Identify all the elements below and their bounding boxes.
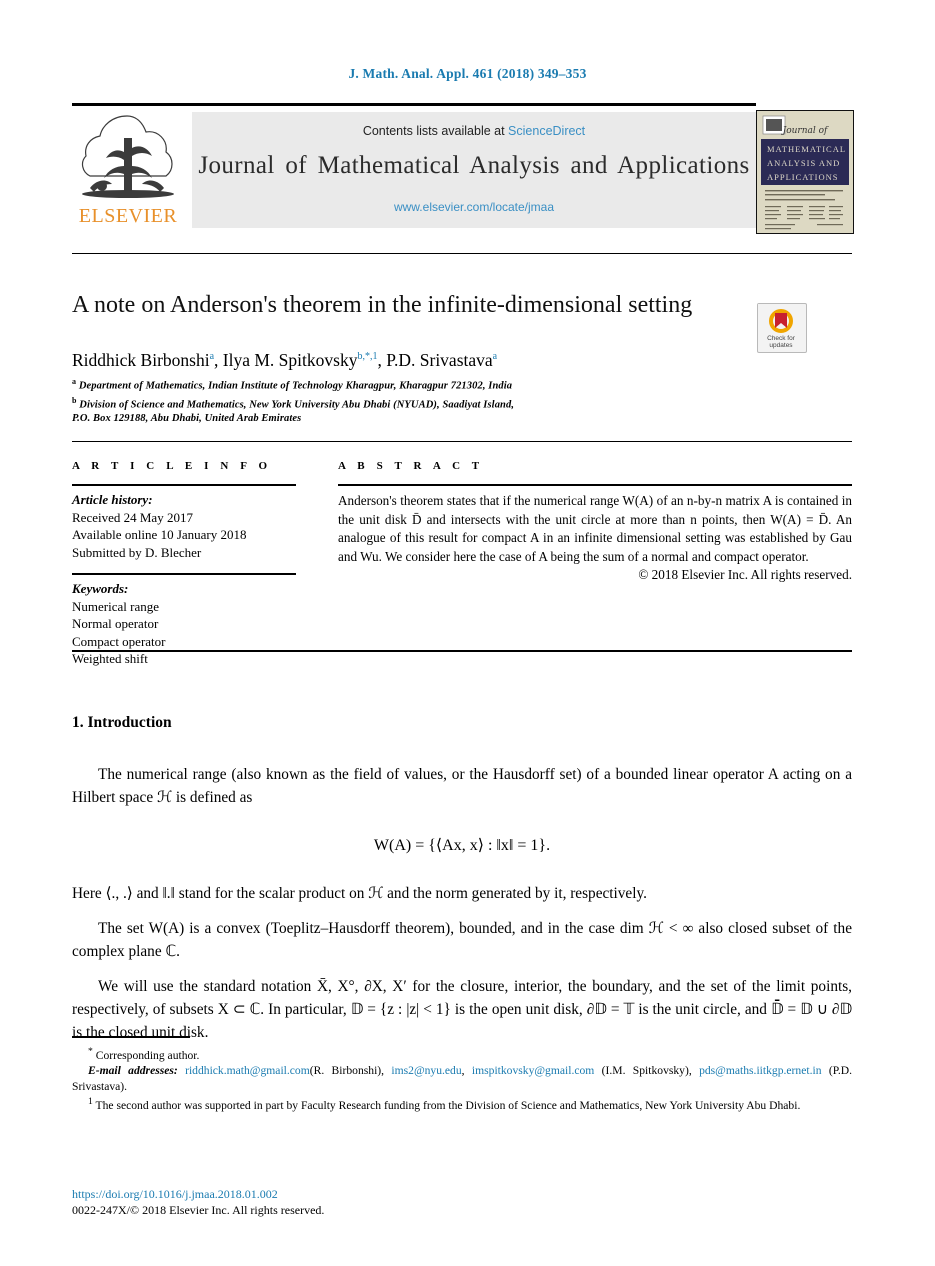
running-head: J. Math. Anal. Appl. 461 (2018) 349–353 bbox=[348, 66, 587, 81]
affiliations: a Department of Mathematics, Indian Inst… bbox=[72, 375, 772, 426]
footnote-corresponding-text: Corresponding author. bbox=[95, 1048, 200, 1062]
elsevier-tree-icon bbox=[81, 115, 174, 198]
affiliation-a-text: Department of Mathematics, Indian Instit… bbox=[78, 380, 513, 392]
sciencedirect-link[interactable]: ScienceDirect bbox=[508, 124, 585, 138]
affiliation-a: a Department of Mathematics, Indian Inst… bbox=[72, 375, 772, 394]
contents-prefix: Contents lists available at bbox=[362, 124, 509, 138]
paragraph-4: We will use the standard notation X̄, X°… bbox=[72, 978, 852, 1041]
contents-available-line: Contents lists available at ScienceDirec… bbox=[192, 124, 756, 138]
email-link-birbonshi[interactable]: riddhick.math@gmail.com bbox=[185, 1064, 310, 1077]
elsevier-logo: ELSEVIER bbox=[72, 108, 184, 230]
paragraph-1: The numerical range (also known as the f… bbox=[72, 766, 852, 806]
doi-block: https://doi.org/10.1016/j.jmaa.2018.01.0… bbox=[72, 1186, 852, 1218]
abstract-column: A B S T R A C T Anderson's theorem state… bbox=[338, 460, 852, 583]
footnotes-block: * Corresponding author. E-mail addresses… bbox=[72, 1044, 852, 1114]
keywords-block: Keywords: Numerical range Normal operato… bbox=[72, 575, 296, 668]
email-owner-spitkovsky: (I.M. Spitkovsky), bbox=[601, 1064, 692, 1078]
authors-text: Riddhick Birbonshia, Ilya M. Spitkovskyb… bbox=[72, 349, 498, 370]
affiliation-b-text-2: P.O. Box 129188, Abu Dhabi, United Arab … bbox=[72, 413, 302, 424]
author-list: Riddhick Birbonshia, Ilya M. Spitkovskyb… bbox=[72, 345, 772, 372]
affiliation-marker-b: b bbox=[72, 395, 77, 405]
paper-page: J. Math. Anal. Appl. 461 (2018) 349–353 bbox=[0, 0, 935, 1266]
elsevier-wordmark: ELSEVIER bbox=[78, 205, 178, 227]
journal-masthead: ELSEVIER Contents lists available at Sci… bbox=[72, 106, 854, 234]
svg-text:Check for: Check for bbox=[767, 335, 796, 342]
keyword-item: Normal operator bbox=[72, 616, 159, 631]
journal-name: Journal of Mathematical Analysis and App… bbox=[198, 152, 750, 179]
keyword-item: Compact operator bbox=[72, 633, 166, 649]
footnote-marker-star: * bbox=[88, 1046, 93, 1057]
footnote-corresponding-author: * Corresponding author. bbox=[72, 1044, 852, 1063]
article-info-heading: A R T I C L E I N F O bbox=[72, 460, 272, 472]
page-title: A note on Anderson's theorem in the infi… bbox=[72, 292, 693, 318]
title-top-rule bbox=[72, 253, 852, 254]
paragraph-2: Here ⟨., .⟩ and ‖.‖ stand for the scalar… bbox=[72, 885, 647, 902]
history-submitted-by: Submitted by D. Blecher bbox=[72, 544, 202, 560]
article-history-block: Article history: Received 24 May 2017 Av… bbox=[72, 486, 296, 561]
doi-link[interactable]: https://doi.org/10.1016/j.jmaa.2018.01.0… bbox=[72, 1186, 852, 1202]
paragraph-3: The set W(A) is a convex (Toeplitz–Hausd… bbox=[72, 920, 852, 960]
history-received: Received 24 May 2017 bbox=[72, 509, 193, 525]
abstract-heading: A B S T R A C T bbox=[338, 460, 484, 472]
abstract-text: Anderson's theorem states that if the nu… bbox=[338, 493, 852, 564]
svg-text:APPLICATIONS: APPLICATIONS bbox=[767, 172, 839, 182]
footnote-funding-note: 1 The second author was supported in par… bbox=[72, 1094, 852, 1113]
article-history-label: Article history: bbox=[72, 492, 153, 507]
info-top-rule bbox=[72, 441, 852, 442]
issn-copyright-line: 0022-247X/© 2018 Elsevier Inc. All right… bbox=[72, 1203, 325, 1217]
keywords-label: Keywords: bbox=[72, 581, 129, 596]
keyword-item: Weighted shift bbox=[72, 651, 148, 666]
footnote-rule bbox=[72, 1036, 190, 1038]
email-link-srivastava[interactable]: pds@maths.iitkgp.ernet.in bbox=[699, 1064, 821, 1077]
display-equation-1: W(A) = {⟨Ax, x⟩ : ‖x‖ = 1}. bbox=[373, 837, 551, 854]
keyword-item: Numerical range bbox=[72, 598, 159, 614]
svg-text:ANALYSIS AND: ANALYSIS AND bbox=[767, 158, 840, 168]
abstract-copyright: © 2018 Elsevier Inc. All rights reserved… bbox=[638, 567, 852, 582]
footnote-emails: E-mail addresses: riddhick.math@gmail.co… bbox=[72, 1063, 852, 1094]
email-owner-sep: , bbox=[461, 1064, 465, 1078]
affiliation-b: b Division of Science and Mathematics, N… bbox=[72, 394, 772, 413]
affiliation-b-text: Division of Science and Mathematics, New… bbox=[79, 399, 515, 410]
history-available-online: Available online 10 January 2018 bbox=[72, 527, 247, 542]
journal-cover-thumbnail: Journal of MATHEMATICAL ANALYSIS AND APP… bbox=[756, 110, 854, 234]
cover-art-icon: Journal of MATHEMATICAL ANALYSIS AND APP… bbox=[757, 111, 853, 233]
footnote-marker-1: 1 bbox=[88, 1096, 93, 1108]
article-info-column: A R T I C L E I N F O Article history: R… bbox=[72, 460, 296, 668]
info-bottom-rule bbox=[72, 650, 852, 652]
email-link-spitkovsky-nyu[interactable]: ims2@nyu.edu bbox=[391, 1064, 461, 1077]
email-owner-birbonshi: (R. Birbonshi), bbox=[309, 1064, 385, 1078]
email-addresses-label: E-mail addresses: bbox=[88, 1064, 178, 1078]
affiliation-marker-a: a bbox=[72, 377, 77, 386]
svg-text:MATHEMATICAL: MATHEMATICAL bbox=[767, 144, 846, 154]
footnote-funding-text: The second author was supported in part … bbox=[95, 1099, 801, 1113]
svg-text:Journal of: Journal of bbox=[781, 126, 829, 136]
section-heading-introduction: 1. Introduction bbox=[72, 714, 172, 731]
svg-text:updates: updates bbox=[769, 342, 793, 349]
affiliation-b-cont: P.O. Box 129188, Abu Dhabi, United Arab … bbox=[72, 412, 772, 426]
email-link-spitkovsky-gmail[interactable]: imspitkovsky@gmail.com bbox=[472, 1064, 594, 1077]
check-for-updates-icon: Check for updates bbox=[758, 304, 804, 350]
journal-homepage-link[interactable]: www.elsevier.com/locate/jmaa bbox=[192, 200, 756, 214]
journal-title-box: Contents lists available at ScienceDirec… bbox=[192, 112, 756, 228]
